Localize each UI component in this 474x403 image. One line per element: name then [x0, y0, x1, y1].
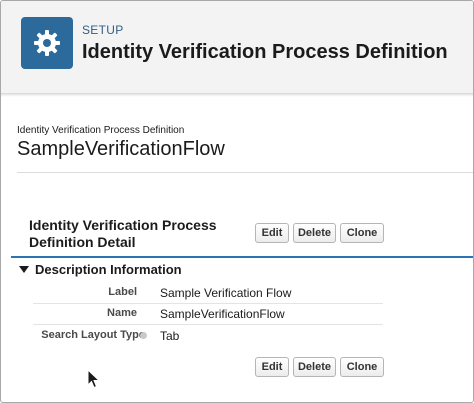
field-value-name: SampleVerificationFlow [160, 307, 285, 321]
mouse-pointer-icon [87, 369, 101, 389]
record-type-label: Identity Verification Process Definition [17, 125, 185, 136]
header-shadow [1, 93, 473, 97]
section-title: Description Information [35, 262, 182, 277]
delete-button-bottom[interactable]: Delete [293, 357, 336, 377]
section-header[interactable]: Description Information [19, 262, 182, 277]
field-value-search-layout-type: Tab [160, 329, 180, 343]
clone-button-bottom[interactable]: Clone [340, 357, 384, 377]
page-frame: SETUP Identity Verification Process Defi… [0, 0, 474, 403]
page-title: Identity Verification Process Definition [82, 41, 448, 63]
field-value-label: Sample Verification Flow [160, 286, 292, 300]
setup-label: SETUP [82, 23, 124, 37]
heading-divider [17, 172, 473, 173]
edit-button-top[interactable]: Edit [255, 223, 289, 243]
help-icon[interactable] [140, 332, 147, 339]
field-label-name: Name [107, 307, 137, 319]
delete-button-top[interactable]: Delete [293, 223, 336, 243]
detail-title: Identity Verification Process Definition… [29, 217, 217, 250]
field-label-label: Label [108, 286, 137, 298]
section-divider [11, 256, 473, 258]
field-label-search-layout-type: Search Layout Type [41, 329, 145, 341]
record-name: SampleVerificationFlow [17, 138, 225, 160]
collapse-triangle-icon[interactable] [19, 266, 29, 273]
clone-button-top[interactable]: Clone [340, 223, 384, 243]
edit-button-bottom[interactable]: Edit [255, 357, 289, 377]
setup-icon-box [21, 17, 73, 69]
row-divider [33, 303, 383, 304]
gear-icon [34, 30, 60, 56]
setup-header: SETUP Identity Verification Process Defi… [1, 1, 473, 94]
row-divider [33, 324, 383, 325]
